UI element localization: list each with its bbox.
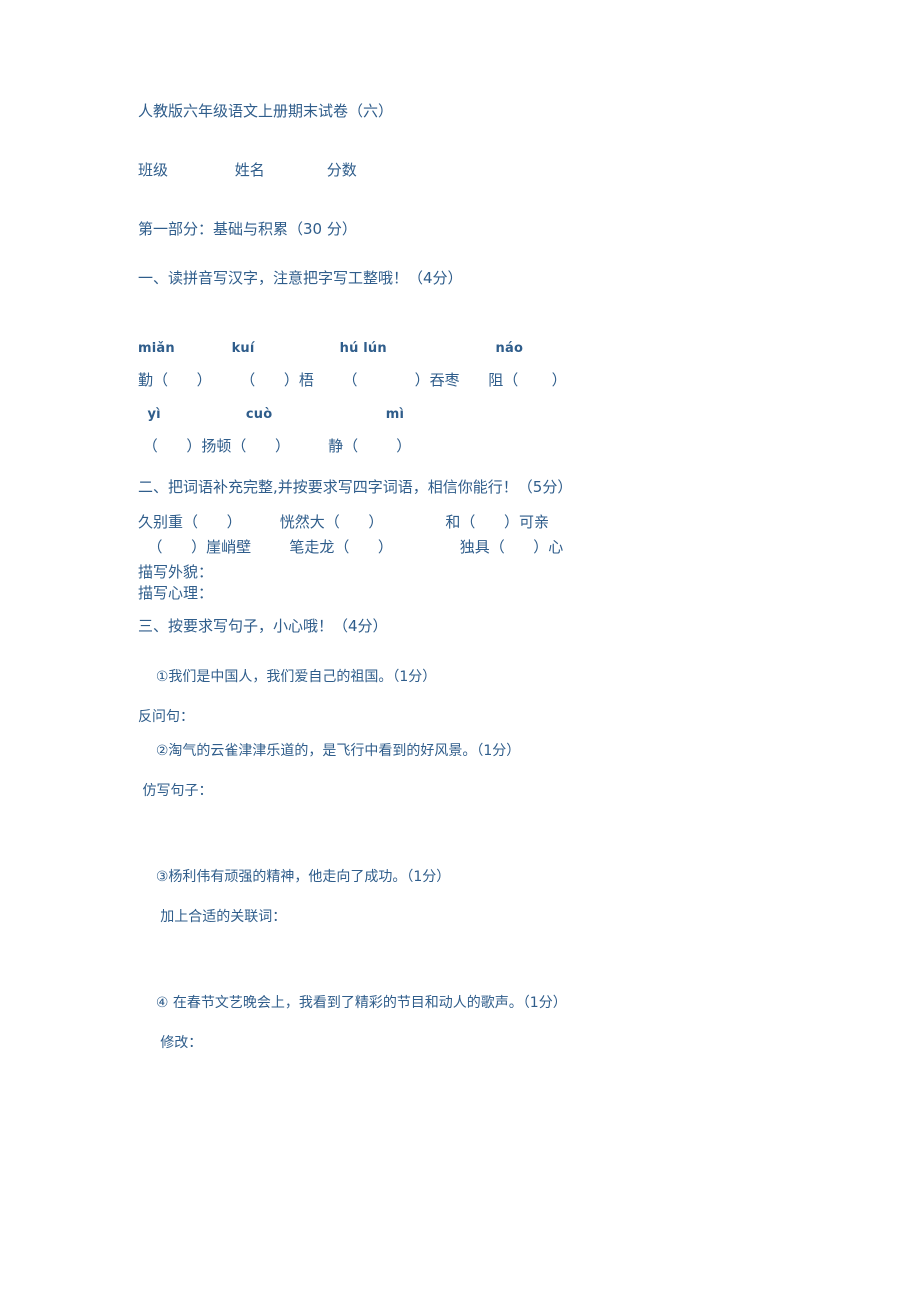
question-item-4: ④ 在春节文艺晚会上，我看到了精彩的节目和动人的歌声。（1分） (138, 996, 838, 1010)
idiom-blank-6[interactable]: 独具（ ）心 (460, 538, 564, 556)
answer-gap-3 (460, 371, 489, 389)
question-item-2: ②淘气的云雀津津乐道的，是飞行中看到的好风景。（1分） (138, 744, 838, 758)
pinyin-row2-gap-1 (161, 407, 246, 422)
class-label: 班级 (138, 161, 169, 179)
idiom-blank-1[interactable]: 久别重（ ） (138, 513, 242, 531)
prompt-appearance[interactable]: 描写外貌： (138, 565, 838, 580)
item-4-text: ④ 在春节文艺晚会上，我看到了精彩的节目和动人的歌声。（1分） (155, 995, 567, 1011)
header-gap-2 (265, 161, 327, 179)
answer-blank-2[interactable]: （ ）梧 (240, 371, 314, 389)
idiom-row-2: （ ）崖峭壁 笔走龙（ ） 独具（ ）心 (138, 540, 838, 555)
item-4-instruction-text: 修改： (160, 1035, 203, 1051)
idiom-row2-indent (138, 538, 148, 556)
answer-gap-1 (212, 371, 241, 389)
idiom-gap-4 (393, 538, 460, 556)
idiom-blank-5[interactable]: 笔走龙（ ） (289, 538, 393, 556)
document-page: 人教版六年级语文上册期末试卷（六） 班级 姓名 分数 第一部分：基础与积累（30… (0, 0, 920, 1302)
pinyin-7: mì (385, 407, 405, 422)
answer-row-2: （ ）扬顿（ ） 静（ ） (138, 439, 838, 454)
idiom-blank-3[interactable]: 和（ ）可亲 (445, 513, 549, 531)
item-2-instruction[interactable]: 仿写句子： (138, 784, 838, 798)
pinyin-1: miǎn (138, 341, 175, 356)
idiom-blank-4[interactable]: （ ）崖峭壁 (148, 538, 252, 556)
pinyin-5: yì (147, 407, 161, 422)
item-4-instruction[interactable]: 修改： (138, 1036, 838, 1050)
answer-blank-1[interactable]: 勤（ ） (138, 371, 212, 389)
item-4-indent (138, 995, 156, 1011)
pinyin-4: náo (495, 341, 524, 356)
pinyin-gap-2 (255, 341, 340, 356)
item-1-indent (138, 669, 156, 685)
pinyin-row-2: yì cuò mì (138, 408, 838, 421)
item-1-instruction[interactable]: 反问句： (138, 710, 838, 724)
item-2-instruction-text: 仿写句子： (142, 783, 213, 799)
pinyin-gap-1 (175, 341, 232, 356)
name-label: 姓名 (234, 161, 265, 179)
answer-blank-6[interactable]: 静（ ） (328, 437, 411, 455)
idiom-row-1: 久别重（ ） 恍然大（ ） 和（ ）可亲 (138, 515, 838, 530)
question-item-1: ①我们是中国人，我们爱自己的祖国。（1分） (138, 670, 838, 684)
score-label: 分数 (326, 161, 357, 179)
answer-gap-4 (290, 437, 328, 455)
prompt-psychology[interactable]: 描写心理： (138, 586, 838, 601)
item-3-instruction-indent (138, 909, 160, 925)
idiom-gap-3 (251, 538, 289, 556)
item-3-instruction-text: 加上合适的关联词： (160, 909, 287, 925)
section-three-heading: 三、按要求写句子，小心哦！（4分） (138, 617, 388, 635)
item-1-text: ①我们是中国人，我们爱自己的祖国。（1分） (155, 669, 437, 685)
answer-gap-2 (314, 371, 343, 389)
pinyin-row-1: miǎn kuí hú lún náo (138, 342, 838, 355)
pinyin-2: kuí (231, 341, 255, 356)
item-4-instruction-indent (138, 1035, 160, 1051)
header-gap-1 (168, 161, 235, 179)
question-item-3: ③杨利伟有顽强的精神，他走向了成功。（1分） (138, 870, 838, 884)
section-one-heading: 一、读拼音写汉字，注意把字写工整哦！（4分） (138, 269, 463, 287)
answer-blank-4[interactable]: 阻（ ） (488, 371, 566, 389)
item-3-text: ③杨利伟有顽强的精神，他走向了成功。（1分） (155, 869, 451, 885)
pinyin-row2-gap-2 (272, 407, 385, 422)
item-3-instruction[interactable]: 加上合适的关联词： (138, 910, 838, 924)
idiom-gap-2 (383, 513, 445, 531)
item-2-indent (138, 743, 156, 759)
header-fields-row: 班级 姓名 分数 (138, 163, 838, 178)
answer-row-1: 勤（ ） （ ）梧 （ ）吞枣 阻（ ） (138, 373, 838, 388)
idiom-blank-2[interactable]: 恍然大（ ） (280, 513, 384, 531)
pinyin-6: cuò (245, 407, 273, 422)
section-two-heading: 二、把词语补充完整,并按要求写四字词语，相信你能行！（5分） (138, 478, 573, 496)
item-2-text: ②淘气的云雀津津乐道的，是飞行中看到的好风景。（1分） (155, 743, 521, 759)
answer-blank-3[interactable]: （ ）吞枣 (342, 371, 459, 389)
document-body: 人教版六年级语文上册期末试卷（六） 班级 姓名 分数 第一部分：基础与积累（30… (138, 102, 838, 1051)
item-3-indent (138, 869, 156, 885)
pinyin-gap-3 (387, 341, 496, 356)
pinyin-3: hú lún (339, 341, 387, 356)
page-title: 人教版六年级语文上册期末试卷（六） (138, 102, 394, 120)
idiom-gap-1 (242, 513, 280, 531)
answer-blank-5[interactable]: （ ）扬顿（ ） (143, 437, 290, 455)
part-one-heading: 第一部分：基础与积累（30 分） (138, 220, 357, 238)
